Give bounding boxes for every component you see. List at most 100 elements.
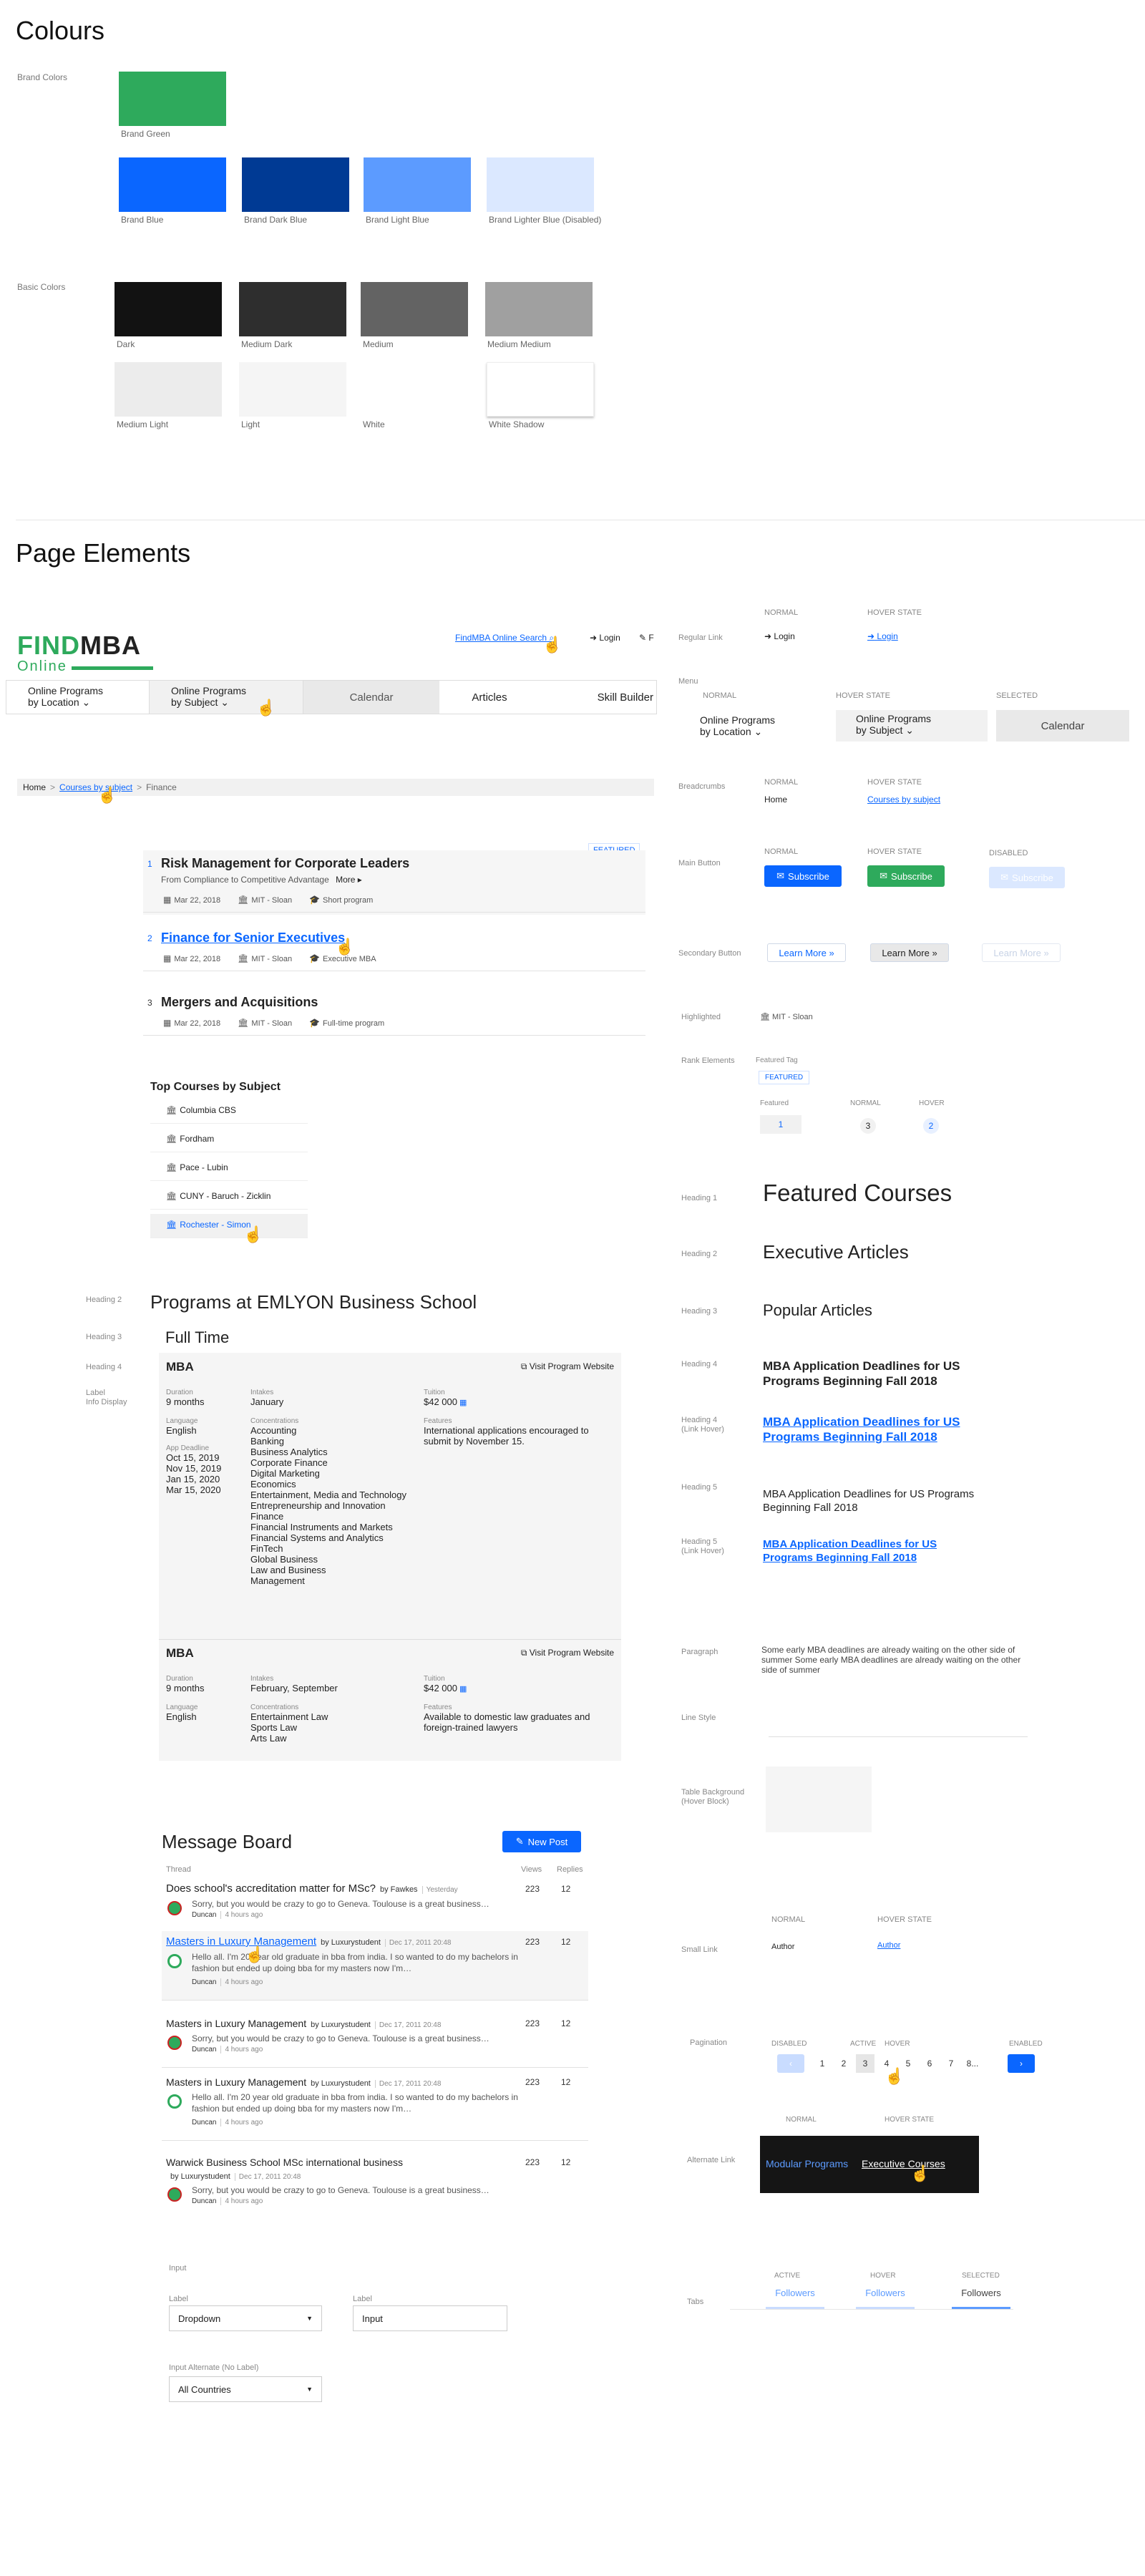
hover-label: HOVER STATE [867,847,922,856]
thread-row[interactable]: Warwick Business School MSc internationa… [166,2156,510,2184]
reply-user[interactable]: Duncan [192,1911,216,1919]
course-date: ▦ Mar 22, 2018 [163,895,221,905]
institution-icon: 🏛 [238,953,249,963]
avatar[interactable] [167,1901,182,1915]
thread-topic[interactable]: Does school's accreditation matter for M… [166,1882,376,1895]
course-subtitle-text: From Compliance to Competitive Advantage [161,875,329,885]
top-course-item[interactable]: 🏛 Rochester - Simon [150,1214,308,1238]
main-button-label: Main Button [678,859,721,867]
top-course-item[interactable]: 🏛 Fordham [150,1128,308,1152]
breadcrumb-separator: > [137,782,142,792]
envelope-icon: ✉ [880,870,888,881]
disabled-label: DISABLED [989,849,1028,857]
avatar[interactable] [167,2187,182,2202]
findmba-logo[interactable]: FINDMBA Online [17,633,153,674]
thread-row[interactable]: Masters in Luxury Management by Luxurystu… [166,2076,510,2091]
breadcrumb-current: Finance [146,782,177,792]
thread-row[interactable]: Does school's accreditation matter for M… [166,1882,510,1897]
new-post-button[interactable]: ✎ New Post [502,1831,581,1852]
page-number[interactable]: 3 [856,2054,874,2073]
thread-author[interactable]: by Luxurystudent [321,1938,381,1947]
avatar[interactable] [167,2036,182,2050]
course-school: 🏛 MIT - Sloan [238,1018,293,1028]
thread-topic[interactable]: Masters in Luxury Management [166,2018,306,2029]
tab-hover-label: HOVER [870,2272,896,2280]
page-number[interactable]: 2 [834,2054,853,2073]
text-input[interactable]: Input [353,2305,507,2331]
thread-topic[interactable]: Masters in Luxury Management [166,1935,316,1948]
program-name: MBA [166,1360,194,1374]
header-login[interactable]: ➜ Login [590,633,620,643]
heading-3-label: Heading 3 [86,1333,122,1341]
avatar[interactable] [167,2094,182,2109]
pg-disabled-label: DISABLED [771,2040,807,2048]
author-link-normal[interactable]: Author [771,1943,794,1951]
learn-more-normal[interactable]: Learn More » [767,943,846,962]
reply-user[interactable]: Duncan [192,2119,216,2127]
nav-calendar[interactable]: Calendar [303,681,439,714]
deadline-item: Jan 15, 2020 [166,1474,220,1484]
normal-label: NORMAL [703,691,737,700]
subscribe-button-hover[interactable]: ✉ Subscribe [867,865,945,887]
page-number[interactable]: 1 [813,2054,832,2073]
breadcrumb-hover[interactable]: Courses by subject [867,794,940,805]
reply-user[interactable]: Duncan [192,2046,216,2053]
author-link-hover[interactable]: Author [877,1941,900,1950]
tab-active[interactable]: Followers [766,2288,824,2309]
info-label: Features [424,1703,452,1711]
thread-row[interactable]: Masters in Luxury Management by Luxurystu… [166,2017,510,2032]
pagination-next-enabled[interactable]: › [1008,2054,1035,2073]
nav-online-by-subject[interactable]: Online Programs by Subject ⌄ [150,681,303,714]
thread-topic[interactable]: Masters in Luxury Management [166,2076,306,2088]
top-course-item[interactable]: 🏛 Pace - Lubin [150,1157,308,1181]
thread-author[interactable]: by Luxurystudent [311,2079,371,2088]
tab-hover[interactable]: Followers [856,2288,915,2309]
dropdown-select[interactable]: Dropdown ▼ [169,2305,322,2331]
course-title[interactable]: Mergers and Acquisitions [161,995,318,1010]
hand-cursor-icon: ☝ [97,786,117,804]
visit-program-link[interactable]: ⧉ Visit Program Website [521,1361,614,1372]
reply-user[interactable]: Duncan [192,1978,216,1986]
page-number[interactable]: 8... [963,2054,982,2073]
thread-last-reply: Duncan 4 hours ago [192,2119,263,2127]
alt-link-normal[interactable]: Modular Programs [766,2158,848,2169]
thread-topic[interactable]: Warwick Business School MSc internationa… [166,2157,403,2168]
breadcrumb-normal[interactable]: Home [764,794,787,805]
nav-online-by-location[interactable]: Online Programs by Location ⌄ [6,681,150,714]
caret-right-icon: ▸ [355,875,362,885]
thread-author[interactable]: by Fawkes [380,1885,418,1894]
menu-item-normal[interactable]: Online Programs by Location ⌄ [698,711,813,743]
thread-author[interactable]: by Luxurystudent [311,2021,371,2029]
menu-item-hover[interactable]: Online Programs by Subject ⌄ [836,710,988,742]
breadcrumb-home[interactable]: Home [23,782,46,792]
course-title[interactable]: Finance for Senior Executives [161,930,345,946]
subscribe-button-normal[interactable]: ✉ Subscribe [764,865,842,887]
top-course-item[interactable]: 🏛 CUNY - Baruch - Zicklin [150,1185,308,1210]
page-number[interactable]: 7 [942,2054,960,2073]
country-select[interactable]: All Countries ▼ [169,2376,322,2402]
login-link-normal[interactable]: ➜ Login [764,631,795,641]
tab-selected[interactable]: Followers [952,2288,1010,2309]
thread-author[interactable]: by Luxurystudent [170,2172,230,2181]
alt-link-hover[interactable]: Executive Courses [862,2158,945,2169]
avatar[interactable] [167,1954,182,1968]
course-title[interactable]: Risk Management for Corporate Leaders [161,856,409,871]
thread-row[interactable]: Masters in Luxury Management by Luxurystu… [166,1935,510,1950]
color-swatch [119,72,226,126]
breadcrumb-subject[interactable]: Courses by subject [59,782,132,792]
more-link[interactable]: More ▸ [336,875,362,885]
tab-selected-label: SELECTED [962,2272,1000,2280]
visit-program-link[interactable]: ⧉ Visit Program Website [521,1648,614,1658]
top-course-item[interactable]: 🏛 Columbia CBS [150,1099,308,1124]
nav-skill-builder[interactable]: Skill Builder [540,681,656,714]
heading-5-link-hover[interactable]: MBA Application Deadlines for US Program… [763,1537,978,1565]
heading-4-link-hover[interactable]: MBA Application Deadlines for US Program… [763,1414,1006,1444]
reply-user[interactable]: Duncan [192,2197,216,2205]
online-search-link[interactable]: FindMBA Online Search ⌕ [455,633,554,643]
login-link-hover[interactable]: ➜ Login [867,631,898,641]
header-extra[interactable]: ✎ F [639,633,654,643]
menu-item-selected[interactable]: Calendar [996,710,1129,742]
learn-more-hover[interactable]: Learn More » [870,943,949,962]
nav-articles[interactable]: Articles [439,681,540,714]
page-number[interactable]: 6 [920,2054,939,2073]
